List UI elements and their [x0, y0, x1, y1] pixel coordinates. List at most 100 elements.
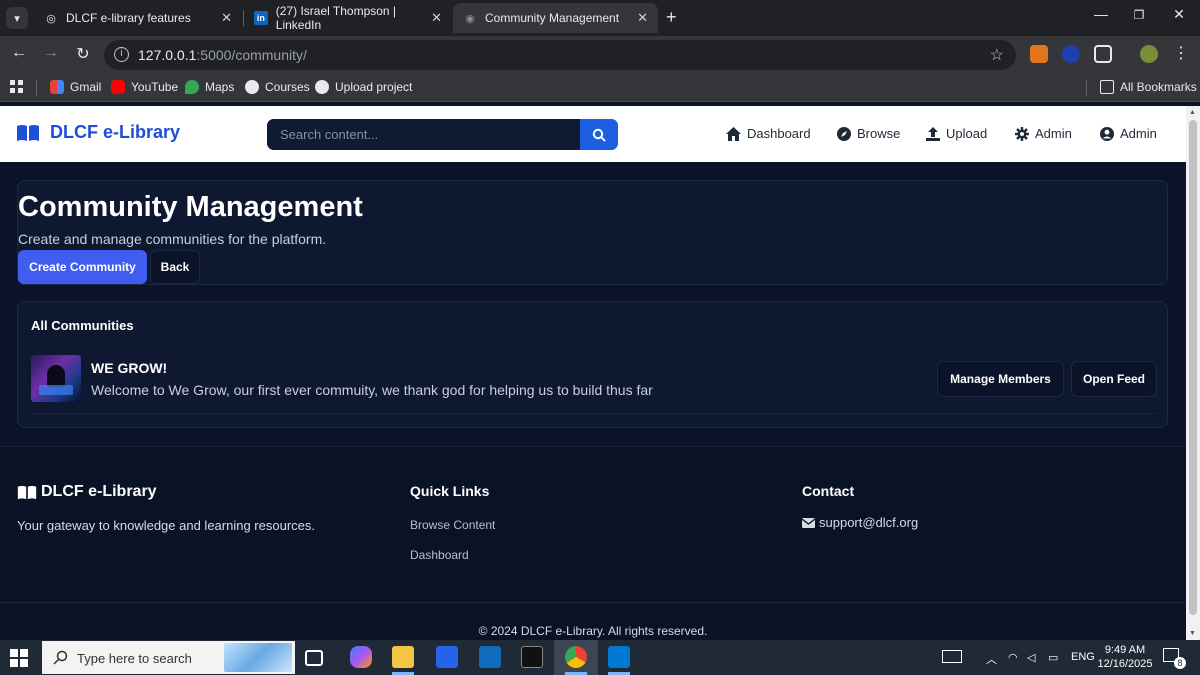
hooded-figure-graphic	[47, 365, 65, 387]
notification-count-badge: 8	[1174, 657, 1186, 669]
search-icon	[592, 128, 606, 142]
task-view-icon[interactable]	[305, 650, 323, 666]
bookmark-divider	[1086, 80, 1087, 96]
footer-brand: DLCF e-Library	[17, 483, 157, 501]
book-open-icon	[17, 124, 39, 141]
restore-icon[interactable]: ❐	[1124, 8, 1154, 22]
bookmark-courses[interactable]: Courses	[245, 80, 310, 94]
bookmark-gmail[interactable]: Gmail	[50, 80, 101, 94]
nav-label: Dashboard	[747, 126, 811, 141]
chevron-up-icon[interactable]: ︿	[986, 651, 997, 667]
minimize-icon[interactable]: —	[1086, 6, 1116, 22]
linkedin-icon: in	[254, 11, 268, 25]
globe-icon	[315, 80, 329, 94]
browser-tab[interactable]: ◎ DLCF e-library features ✕	[34, 3, 242, 33]
create-community-button[interactable]: Create Community	[18, 250, 147, 284]
bookmark-maps[interactable]: Maps	[185, 80, 234, 94]
news-widget-icon[interactable]	[942, 650, 962, 663]
open-feed-button[interactable]: Open Feed	[1071, 361, 1157, 397]
book-open-icon	[17, 485, 37, 499]
manage-members-button[interactable]: Manage Members	[937, 361, 1064, 397]
new-tab-button[interactable]: +	[666, 7, 677, 28]
community-management-panel: Community Management Create and manage c…	[17, 180, 1168, 285]
bookmark-divider	[36, 80, 37, 96]
browser-tab[interactable]: in (27) Israel Thompson | LinkedIn ✕	[244, 3, 452, 33]
copyright: © 2024 DLCF e-Library. All rights reserv…	[478, 624, 708, 638]
puzzle-extensions-icon[interactable]	[1094, 45, 1112, 63]
nav-label: Upload	[946, 126, 988, 141]
all-bookmarks-button[interactable]: All Bookmarks	[1100, 80, 1197, 94]
outlook-icon[interactable]	[479, 646, 501, 668]
clock-date: 12/16/2025	[1097, 658, 1153, 670]
home-icon	[726, 126, 741, 141]
page-subtitle: Create and manage communities for the pl…	[18, 231, 327, 247]
bookmark-label: Maps	[205, 80, 235, 94]
nav-dashboard[interactable]: Dashboard	[726, 126, 811, 141]
terminal-icon[interactable]	[521, 646, 543, 668]
battery-icon[interactable]: ▭	[1048, 651, 1058, 664]
bookmark-star-icon[interactable]: ☆	[990, 45, 1004, 65]
volume-muted-icon[interactable]: ◁	[1027, 651, 1035, 664]
maps-pin-icon	[185, 80, 199, 94]
search-icon	[53, 650, 68, 665]
all-bookmarks-label: All Bookmarks	[1120, 80, 1197, 94]
search-button[interactable]	[580, 119, 618, 150]
wifi-icon[interactable]: ◠	[1008, 651, 1018, 664]
footer-brand-name: DLCF e-Library	[41, 483, 157, 500]
shield-extension-icon[interactable]	[1062, 45, 1080, 63]
microsoft-store-icon[interactable]	[436, 646, 458, 668]
contact-email[interactable]: support@dlcf.org	[802, 515, 918, 530]
scroll-up-icon[interactable]: ▲	[1189, 109, 1196, 116]
taskbar-search-placeholder: Type here to search	[77, 651, 192, 666]
nav-admin[interactable]: Admin	[1015, 126, 1072, 141]
footer-divider	[0, 602, 1186, 603]
community-thumbnail	[31, 355, 81, 402]
language-indicator[interactable]: ENG	[1071, 651, 1095, 663]
envelope-icon	[802, 517, 815, 528]
windows-start-icon[interactable]	[10, 649, 28, 667]
footer-link-browse[interactable]: Browse Content	[410, 518, 495, 532]
tab-title: DLCF e-library features	[66, 11, 191, 25]
nav-user-admin[interactable]: Admin	[1100, 126, 1157, 141]
copilot-icon[interactable]	[350, 646, 372, 668]
site-info-icon[interactable]: i	[114, 47, 129, 62]
community-description: Welcome to We Grow, our first ever commu…	[91, 382, 653, 398]
browser-tab-active[interactable]: ◉ Community Management ✕	[453, 3, 658, 33]
scrollbar-thumb[interactable]	[1189, 120, 1197, 615]
nav-browse[interactable]: Browse	[837, 126, 900, 141]
metamask-extension-icon[interactable]	[1030, 45, 1048, 63]
bookmark-upload-project[interactable]: Upload project	[315, 80, 412, 94]
search-input[interactable]	[267, 119, 580, 150]
scroll-down-icon[interactable]: ▼	[1189, 630, 1196, 637]
footer-link-dashboard[interactable]: Dashboard	[410, 548, 469, 562]
chrome-icon[interactable]	[565, 646, 587, 668]
gmail-icon	[50, 80, 64, 94]
close-icon[interactable]: ✕	[637, 10, 648, 26]
laptop-glow-graphic	[39, 385, 73, 395]
nav-label: Admin	[1120, 126, 1157, 141]
page-scrollbar[interactable]: ▲ ▼	[1186, 106, 1200, 640]
reload-icon[interactable]: ↻	[72, 44, 94, 64]
brand-logo[interactable]: DLCF e-Library	[16, 122, 180, 143]
taskbar-clock[interactable]: 9:49 AM 12/16/2025	[1095, 643, 1155, 671]
close-icon[interactable]: ✕	[431, 10, 442, 26]
nav-upload[interactable]: Upload	[926, 126, 987, 141]
close-window-icon[interactable]: ✕	[1164, 6, 1194, 23]
address-bar[interactable]: i 127.0.0.1:5000/community/ ☆	[104, 40, 1016, 70]
back-button[interactable]: Back	[150, 250, 200, 284]
forward-arrow-icon[interactable]: →	[40, 44, 62, 62]
bookmark-youtube[interactable]: YouTube	[111, 80, 178, 94]
taskbar-search[interactable]: Type here to search	[42, 641, 295, 674]
site-footer: DLCF e-Library Your gateway to knowledge…	[0, 446, 1186, 640]
menu-kebab-icon[interactable]: ⋮	[1170, 43, 1192, 63]
profile-avatar[interactable]	[1140, 45, 1158, 63]
close-icon[interactable]: ✕	[221, 10, 232, 26]
tab-search-button[interactable]: ▾	[6, 7, 28, 29]
quick-links-heading: Quick Links	[410, 483, 490, 499]
browser-toolbar: ← → ↻ i 127.0.0.1:5000/community/ ☆ ⋮	[0, 36, 1200, 74]
vscode-icon[interactable]	[608, 646, 630, 668]
bookmark-label: Upload project	[335, 80, 413, 94]
file-explorer-icon[interactable]	[392, 646, 414, 668]
apps-grid-icon[interactable]	[10, 80, 24, 94]
back-arrow-icon[interactable]: ←	[8, 44, 30, 62]
